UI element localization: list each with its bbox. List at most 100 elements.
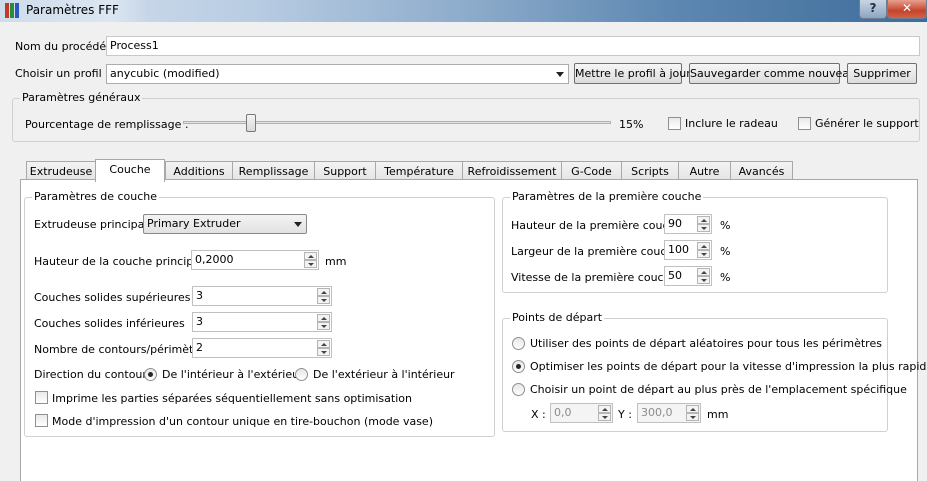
raft-checkbox[interactable] xyxy=(668,117,681,130)
xy-unit: mm xyxy=(707,408,729,421)
tab-gcode[interactable]: G-Code xyxy=(561,161,622,181)
x-stepper[interactable]: 0,0 xyxy=(550,403,613,423)
x-value: 0,0 xyxy=(554,406,572,419)
first-layer-width-stepper[interactable]: 100 xyxy=(664,240,712,260)
spin-buttons[interactable] xyxy=(317,340,330,356)
arrow-down-icon[interactable] xyxy=(304,260,317,268)
tab-autre[interactable]: Autre xyxy=(678,161,731,181)
arrow-up-icon[interactable] xyxy=(317,314,330,322)
title-bar: Paramètres FFF ? ✕ xyxy=(0,0,927,22)
first-layer-height-stepper[interactable]: 90 xyxy=(664,214,712,234)
perimeters-stepper[interactable]: 2 xyxy=(192,338,332,358)
chevron-down-icon xyxy=(556,72,564,77)
random-start-label: Utiliser des points de départ aléatoires… xyxy=(530,337,882,350)
arrow-up-icon[interactable] xyxy=(598,405,611,413)
profile-label: Choisir un profil : xyxy=(15,67,109,80)
support-checkbox[interactable] xyxy=(798,117,811,130)
arrow-up-icon[interactable] xyxy=(317,288,330,296)
save-as-new-button[interactable]: Sauvegarder comme nouveau xyxy=(689,63,856,84)
spin-buttons[interactable] xyxy=(317,314,330,330)
spin-buttons[interactable] xyxy=(697,216,710,232)
infill-value: 15% xyxy=(619,118,644,131)
first-layer-speed-stepper[interactable]: 50 xyxy=(664,266,712,286)
top-layers-stepper[interactable]: 3 xyxy=(192,286,332,306)
tab-temperature[interactable]: Température xyxy=(375,161,463,181)
arrow-up-icon[interactable] xyxy=(304,252,317,260)
primary-extruder-value: Primary Extruder xyxy=(147,217,241,230)
first-layer-height-unit: % xyxy=(720,219,731,232)
profile-select[interactable]: anycubic (modified) xyxy=(106,64,569,84)
window-title: Paramètres FFF xyxy=(26,3,119,17)
arrow-up-icon[interactable] xyxy=(697,268,710,276)
tab-refroidissement[interactable]: Refroidissement xyxy=(462,161,562,181)
arrow-down-icon[interactable] xyxy=(686,413,699,421)
first-layer-width-value: 100 xyxy=(668,243,689,256)
spin-buttons[interactable] xyxy=(304,252,317,268)
direction-in-out-radio[interactable] xyxy=(144,368,157,381)
tab-scripts[interactable]: Scripts xyxy=(621,161,679,181)
arrow-up-icon[interactable] xyxy=(686,405,699,413)
arrow-up-icon[interactable] xyxy=(697,216,710,224)
arrow-up-icon[interactable] xyxy=(697,242,710,250)
arrow-down-icon[interactable] xyxy=(317,322,330,330)
arrow-down-icon[interactable] xyxy=(697,276,710,284)
spin-buttons[interactable] xyxy=(697,268,710,284)
vase-mode-checkbox[interactable] xyxy=(35,414,48,427)
first-layer-height-value: 90 xyxy=(668,217,682,230)
direction-out-in-label: De l'extérieur à l'intérieur xyxy=(313,368,455,381)
direction-label: Direction du contour : xyxy=(34,368,155,381)
sequential-label: Imprime les parties séparées séquentiell… xyxy=(52,392,412,405)
tab-remplissage[interactable]: Remplissage xyxy=(232,161,315,181)
arrow-down-icon[interactable] xyxy=(317,348,330,356)
layer-height-unit: mm xyxy=(325,255,347,268)
dialog-body: Nom du procédé : Process1 Choisir un pro… xyxy=(8,29,927,481)
bottom-layers-stepper[interactable]: 3 xyxy=(192,312,332,332)
process-name-input[interactable]: Process1 xyxy=(106,36,920,56)
direction-in-out-label: De l'intérieur à l'extérieur xyxy=(162,368,304,381)
tab-extrudeuse[interactable]: Extrudeuse xyxy=(26,161,96,181)
close-button[interactable]: ✕ xyxy=(887,0,927,19)
arrow-down-icon[interactable] xyxy=(697,224,710,232)
sequential-checkbox[interactable] xyxy=(35,391,48,404)
primary-extruder-select[interactable]: Primary Extruder xyxy=(143,214,307,234)
spin-buttons[interactable] xyxy=(598,405,611,421)
first-layer-title: Paramètres de la première couche xyxy=(510,190,704,203)
layer-height-stepper[interactable]: 0,2000 xyxy=(191,250,319,270)
tab-avances[interactable]: Avancés xyxy=(730,161,793,181)
specific-start-label: Choisir un point de départ au plus près … xyxy=(530,383,907,396)
first-layer-speed-unit: % xyxy=(720,271,731,284)
layer-settings-title: Paramètres de couche xyxy=(32,190,159,203)
top-layers-value: 3 xyxy=(196,289,203,302)
first-layer-speed-value: 50 xyxy=(668,269,682,282)
specific-start-radio[interactable] xyxy=(512,383,525,396)
y-label: Y : xyxy=(618,408,632,421)
update-profile-button[interactable]: Mettre le profil à jour xyxy=(574,63,691,84)
tab-couche[interactable]: Couche xyxy=(95,159,165,182)
random-start-radio[interactable] xyxy=(512,337,525,350)
arrow-up-icon[interactable] xyxy=(317,340,330,348)
tab-panel-couche: Paramètres de couche Extrudeuse principa… xyxy=(20,179,927,481)
optimize-start-radio[interactable] xyxy=(512,360,525,373)
arrow-down-icon[interactable] xyxy=(697,250,710,258)
first-layer-width-unit: % xyxy=(720,245,731,258)
arrow-down-icon[interactable] xyxy=(598,413,611,421)
perimeters-value: 2 xyxy=(196,341,203,354)
tab-additions[interactable]: Additions xyxy=(165,161,233,181)
bottom-layers-value: 3 xyxy=(196,315,203,328)
optimize-start-label: Optimiser les points de départ pour la v… xyxy=(530,360,927,373)
help-button[interactable]: ? xyxy=(859,0,887,19)
spin-buttons[interactable] xyxy=(317,288,330,304)
tab-support[interactable]: Support xyxy=(314,161,376,181)
raft-label: Inclure le radeau xyxy=(685,117,778,130)
spin-buttons[interactable] xyxy=(697,242,710,258)
delete-profile-button[interactable]: Supprimer xyxy=(847,63,917,84)
direction-out-in-radio[interactable] xyxy=(295,368,308,381)
general-settings-title: Paramètres généraux xyxy=(20,91,143,104)
spin-buttons[interactable] xyxy=(686,405,699,421)
y-stepper[interactable]: 300,0 xyxy=(637,403,701,423)
chevron-down-icon xyxy=(294,222,302,227)
first-layer-width-label: Largeur de la première couche xyxy=(511,245,681,258)
arrow-down-icon[interactable] xyxy=(317,296,330,304)
first-layer-height-label: Hauteur de la première couche xyxy=(511,219,683,232)
infill-slider-handle[interactable] xyxy=(246,114,256,132)
